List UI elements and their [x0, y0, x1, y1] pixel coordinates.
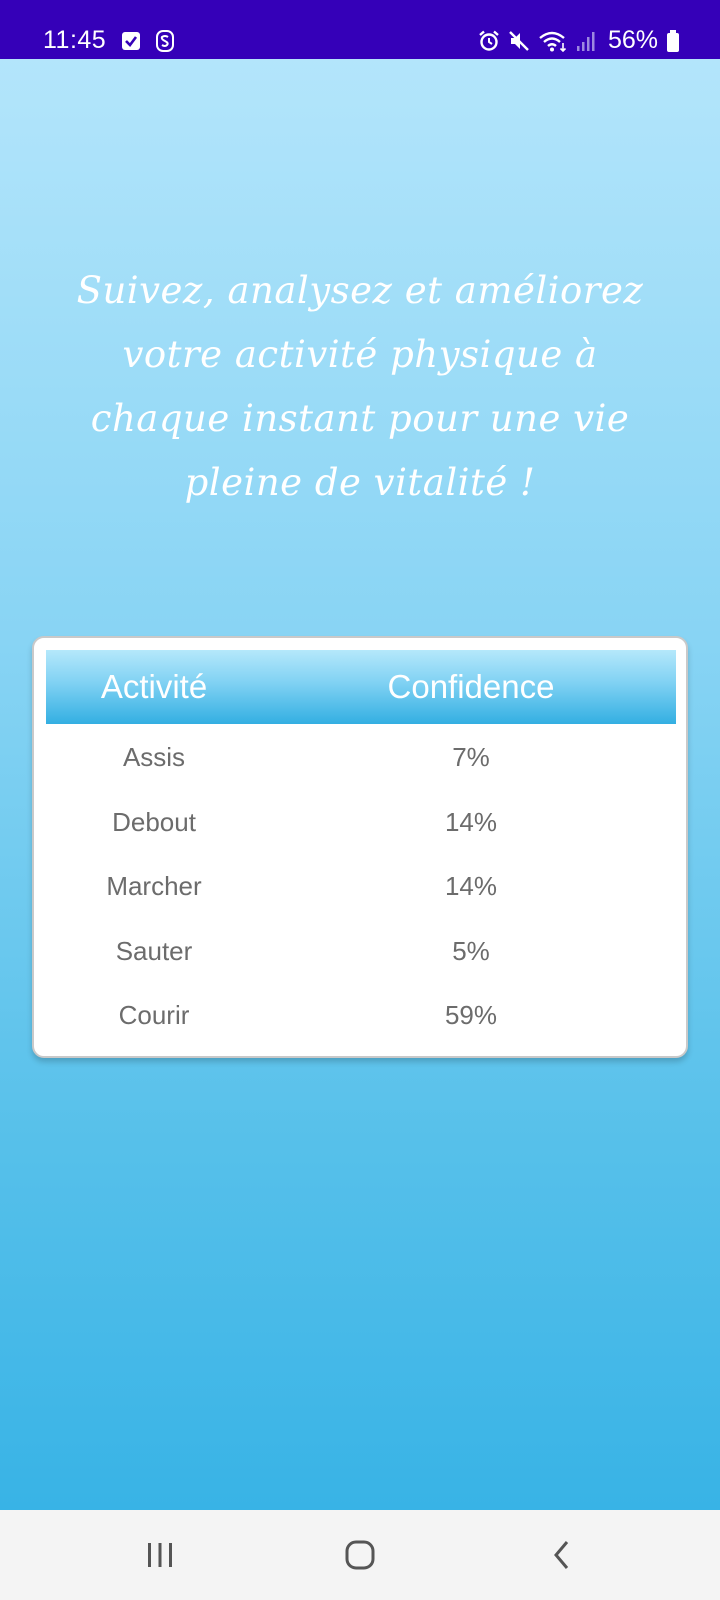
tagline: Suivez, analysez et améliorez votre acti… [76, 269, 644, 504]
checkbox-notification-icon [121, 31, 141, 51]
confidence-cell: 5% [452, 935, 490, 966]
table-body: Assis 7% Debout 14% Marcher 14% Sauter 5… [46, 724, 676, 1047]
recents-button[interactable] [130, 1530, 190, 1580]
table-row: Sauter 5% [46, 918, 676, 983]
activity-cell: Marcher [106, 871, 202, 901]
confidence-cell: 59% [444, 1000, 498, 1030]
status-bar: 11:45 56% [0, 0, 720, 59]
home-button[interactable] [330, 1530, 390, 1580]
recents-icon [145, 1541, 175, 1569]
header-confidence: Confidence [387, 668, 555, 705]
table-header: Activité Confidence [46, 650, 676, 724]
table-row: Marcher 14% [46, 853, 676, 918]
alarm-icon [478, 30, 500, 52]
battery-icon [666, 29, 680, 53]
header-activity: Activité [100, 668, 208, 705]
battery-percent: 56% [607, 26, 658, 54]
activity-cell: Debout [112, 806, 196, 837]
activity-card: Activité Confidence Assis 7% Debout 14% … [32, 636, 688, 1058]
system-icons: 56% [478, 26, 680, 55]
activity-cell: Sauter [115, 935, 193, 966]
confidence-cell: 14% [444, 806, 498, 837]
s-app-icon [155, 30, 175, 52]
confidence-cell: 7% [452, 742, 490, 772]
back-button[interactable] [532, 1530, 592, 1580]
status-time: 11:45 [43, 26, 107, 54]
wifi-icon [538, 30, 568, 52]
activity-cell: Assis [122, 742, 186, 772]
activity-cell: Courir [118, 1000, 190, 1030]
notification-icons [121, 30, 175, 52]
table-row: Courir 59% [46, 982, 676, 1047]
navigation-bar [0, 1510, 720, 1600]
back-icon [550, 1539, 574, 1571]
table-row: Assis 7% [46, 724, 676, 789]
screen: 11:45 56% Suivez, analysez et améliorez … [0, 0, 720, 1600]
table-row: Debout 14% [46, 789, 676, 854]
main-content: Suivez, analysez et améliorez votre acti… [0, 59, 720, 1510]
signal-icon [576, 30, 596, 52]
confidence-cell: 14% [444, 871, 498, 901]
mute-icon [508, 30, 530, 52]
home-icon [344, 1539, 376, 1571]
